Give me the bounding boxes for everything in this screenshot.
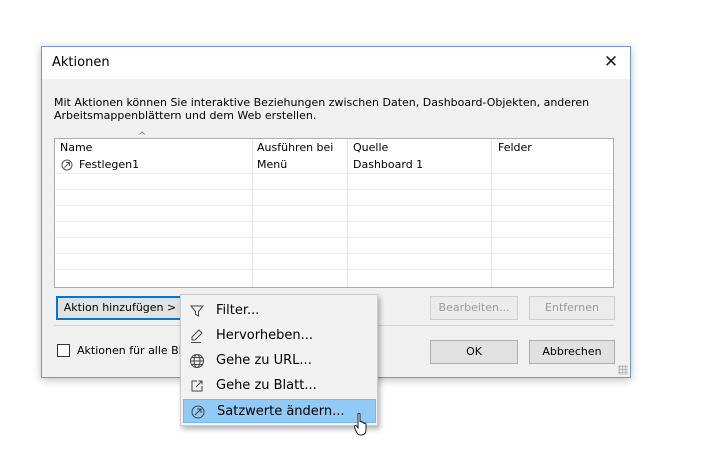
go-to-sheet-icon bbox=[191, 380, 203, 392]
row-divider bbox=[55, 189, 613, 190]
menu-item-label: Hervorheben... bbox=[216, 328, 314, 343]
menu-item-goto-sheet[interactable]: Gehe zu Blatt... bbox=[183, 374, 376, 398]
row-divider bbox=[55, 237, 613, 238]
all-sheets-label: Aktionen für alle Bl bbox=[77, 344, 182, 357]
menu-item-highlight[interactable]: Hervorheben... bbox=[183, 324, 376, 348]
highlight-pen-icon bbox=[191, 329, 203, 343]
row-divider bbox=[55, 221, 613, 222]
menu-item-filter[interactable]: Filter... bbox=[183, 299, 376, 323]
row-source: Dashboard 1 bbox=[353, 158, 424, 171]
menu-item-goto-url[interactable]: Gehe zu URL... bbox=[183, 349, 376, 373]
row-run-on: Menü bbox=[257, 158, 288, 171]
remove-button[interactable]: Entfernen bbox=[529, 296, 615, 320]
row-name: Festlegen1 bbox=[79, 158, 140, 171]
add-action-menu: Filter... Hervorheben... Gehe zu URL... … bbox=[180, 294, 378, 426]
menu-item-label: Satzwerte ändern... bbox=[217, 404, 345, 419]
row-divider bbox=[55, 173, 613, 174]
set-action-icon bbox=[191, 405, 205, 419]
edit-button[interactable]: Bearbeiten... bbox=[430, 296, 518, 320]
add-action-button[interactable]: Aktion hinzufügen > bbox=[56, 296, 184, 320]
row-divider bbox=[55, 253, 613, 254]
resize-grip-icon[interactable] bbox=[618, 365, 628, 375]
row-divider bbox=[55, 205, 613, 206]
menu-item-label: Gehe zu Blatt... bbox=[216, 378, 317, 393]
column-header-name[interactable]: Name bbox=[60, 141, 92, 154]
dialog-titlebar: Aktionen ✕ bbox=[42, 47, 630, 79]
set-action-icon bbox=[61, 159, 73, 171]
menu-item-label: Filter... bbox=[216, 303, 260, 318]
hand-cursor-icon bbox=[354, 413, 367, 436]
all-sheets-checkbox[interactable] bbox=[57, 344, 70, 357]
description-line-1: Mit Aktionen können Sie interaktive Bezi… bbox=[54, 96, 590, 109]
menu-item-change-set-values[interactable]: Satzwerte ändern... bbox=[183, 399, 376, 423]
close-icon[interactable]: ✕ bbox=[598, 50, 624, 74]
filter-icon bbox=[189, 305, 205, 317]
menu-item-label: Gehe zu URL... bbox=[216, 353, 312, 368]
ok-button[interactable]: OK bbox=[430, 340, 518, 364]
description-line-2: Arbeitsmappenblättern und dem Web erstel… bbox=[54, 109, 317, 122]
globe-icon bbox=[190, 354, 204, 368]
row-divider bbox=[55, 269, 613, 270]
column-header-fields[interactable]: Felder bbox=[498, 141, 532, 154]
cancel-button[interactable]: Abbrechen bbox=[529, 340, 615, 364]
dialog-title: Aktionen bbox=[52, 55, 110, 70]
list-header: Name Ausführen bei Quelle Felder bbox=[55, 140, 613, 156]
column-header-run-on[interactable]: Ausführen bei bbox=[257, 141, 333, 154]
column-header-source[interactable]: Quelle bbox=[353, 141, 388, 154]
dialog-description: Mit Aktionen können Sie interaktive Bezi… bbox=[54, 96, 614, 122]
table-row[interactable]: Festlegen1 Menü Dashboard 1 bbox=[55, 157, 613, 173]
actions-list[interactable]: Name Ausführen bei Quelle Felder Festleg… bbox=[54, 138, 614, 288]
